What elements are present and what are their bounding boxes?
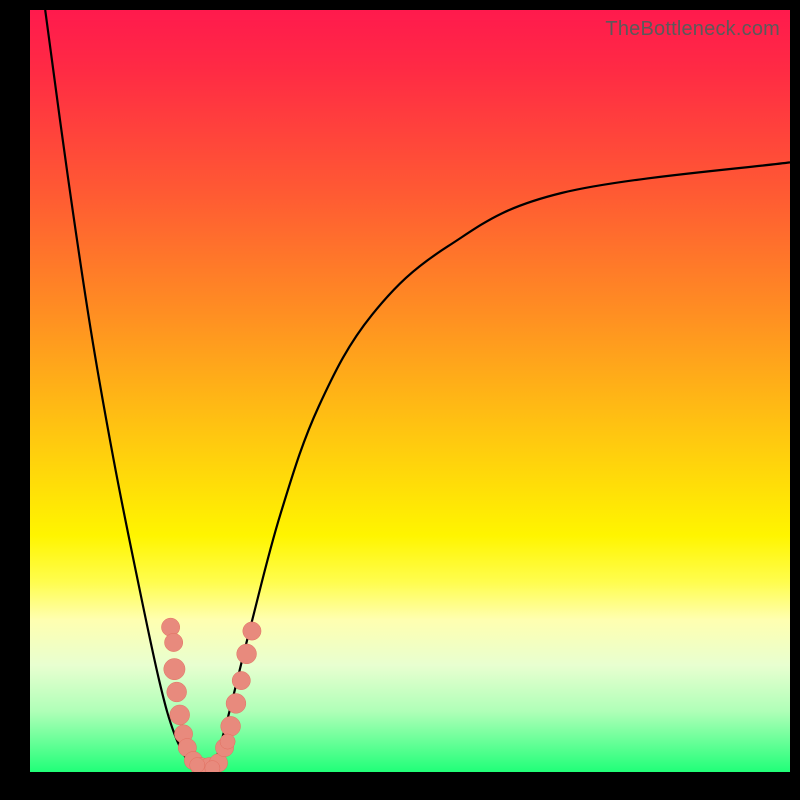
chart-dot [221,716,241,736]
chart-dot [237,644,257,664]
chart-dot [165,633,183,651]
chart-dot [167,682,187,702]
chart-dot [190,758,205,772]
chart-dot [220,734,235,749]
chart-left-curve [45,10,197,772]
chart-dot [243,622,261,640]
chart-dot [164,658,185,679]
chart-dot [170,705,190,725]
chart-dot [226,694,246,714]
bottleneck-chart: TheBottleneck.com [30,10,790,772]
chart-right-curve [212,162,790,772]
chart-dot [232,671,250,689]
chart-overlay-svg [30,10,790,772]
